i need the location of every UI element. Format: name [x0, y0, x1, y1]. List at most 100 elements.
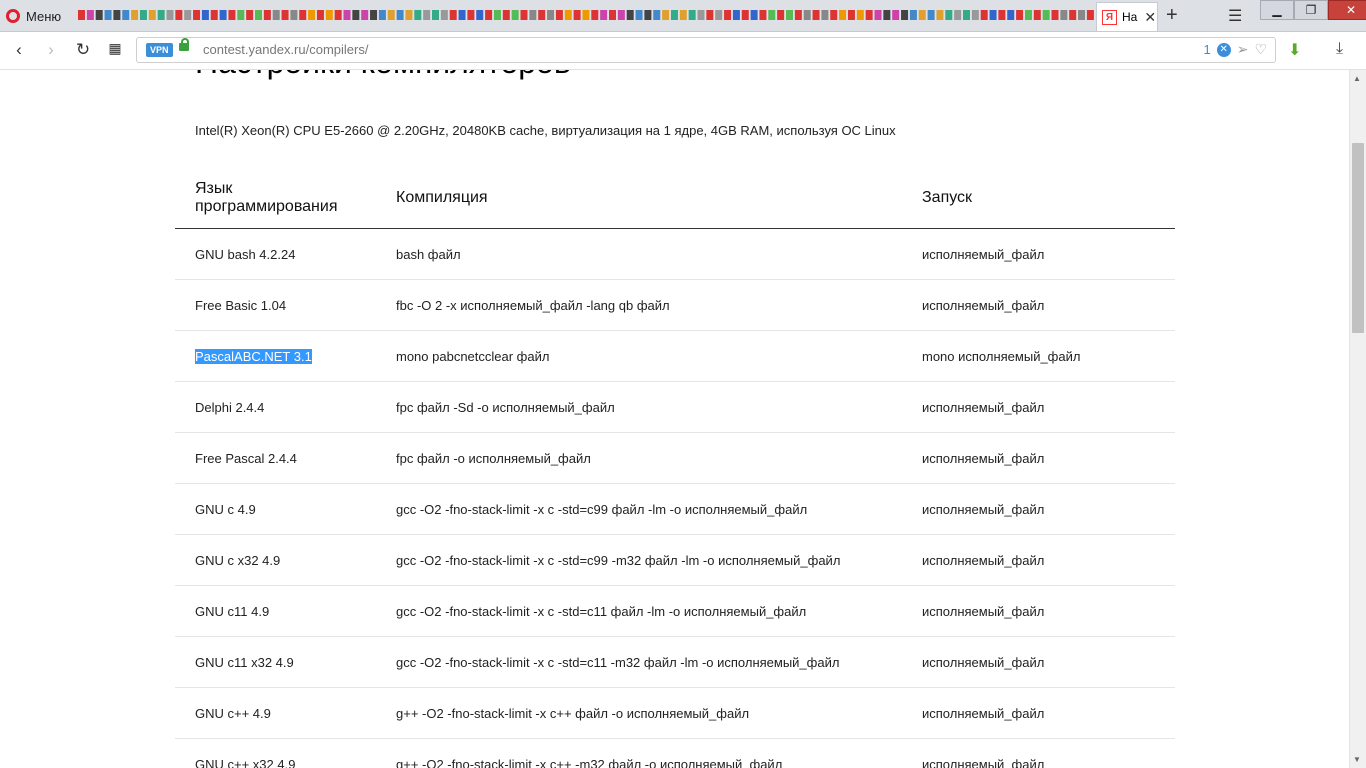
pinned-tab-favicon[interactable]: [1078, 10, 1086, 20]
pinned-tab-favicon[interactable]: [1051, 10, 1059, 20]
pinned-tab-favicon[interactable]: [909, 10, 917, 20]
pinned-tab-favicon[interactable]: [945, 10, 953, 20]
pinned-tab-favicon[interactable]: [193, 10, 201, 20]
pinned-tab-favicon[interactable]: [352, 10, 360, 20]
pinned-tab-favicon[interactable]: [980, 10, 988, 20]
download-extension-icon[interactable]: ⬇: [1288, 40, 1301, 60]
pinned-tab-favicon[interactable]: [113, 10, 121, 20]
reload-icon[interactable]: ↻: [72, 40, 94, 60]
pinned-tab-favicon[interactable]: [901, 10, 909, 20]
pinned-tab-favicon[interactable]: [830, 10, 838, 20]
pinned-tab-favicon[interactable]: [476, 10, 484, 20]
pinned-tab-favicon[interactable]: [449, 10, 457, 20]
pinned-tab-favicon[interactable]: [1042, 10, 1050, 20]
speed-dial-grid-icon[interactable]: ▦: [104, 40, 126, 57]
downloads-icon[interactable]: ⤓: [1336, 40, 1343, 58]
back-arrow-icon[interactable]: ‹: [8, 40, 30, 60]
maximize-button[interactable]: ❐: [1294, 0, 1328, 20]
pinned-tab-favicon[interactable]: [1069, 10, 1077, 20]
pinned-tab-favicon[interactable]: [971, 10, 979, 20]
pinned-tab-favicon[interactable]: [803, 10, 811, 20]
pinned-tab-favicon[interactable]: [405, 10, 413, 20]
address-bar[interactable]: VPN contest.yandex.ru/compilers/ 1 ✕ ➢ ♡: [136, 37, 1276, 63]
pinned-tab-favicon[interactable]: [1033, 10, 1041, 20]
pinned-tab-favicon[interactable]: [316, 10, 324, 20]
pinned-tab-favicon[interactable]: [387, 10, 395, 20]
pinned-tab-favicon[interactable]: [139, 10, 147, 20]
pinned-tab-favicon[interactable]: [679, 10, 687, 20]
pinned-tab-favicon[interactable]: [440, 10, 448, 20]
pinned-tab-favicon[interactable]: [378, 10, 386, 20]
pinned-tab-favicon[interactable]: [334, 10, 342, 20]
pinned-tab-favicon[interactable]: [1016, 10, 1024, 20]
pinned-tab-favicon[interactable]: [626, 10, 634, 20]
pinned-tab-favicon[interactable]: [547, 10, 555, 20]
active-tab[interactable]: Я На ✕: [1096, 2, 1158, 31]
pinned-tab-favicon[interactable]: [555, 10, 563, 20]
pinned-tab-favicon[interactable]: [635, 10, 643, 20]
pinned-tab-favicon[interactable]: [308, 10, 316, 20]
pinned-tab-favicon[interactable]: [732, 10, 740, 20]
tab-menu-icon[interactable]: ☰: [1228, 6, 1242, 26]
vertical-scrollbar[interactable]: ▲ ▼: [1349, 70, 1366, 768]
pinned-tab-favicon[interactable]: [918, 10, 926, 20]
pinned-tab-favicon[interactable]: [644, 10, 652, 20]
pinned-tab-favicon[interactable]: [157, 10, 165, 20]
pinned-tab-favicon[interactable]: [432, 10, 439, 20]
pinned-tab-favicon[interactable]: [741, 10, 749, 20]
pinned-tab-favicon[interactable]: [847, 10, 855, 20]
pinned-tab-favicon[interactable]: [564, 10, 572, 20]
pinned-tab-favicon[interactable]: [122, 10, 130, 20]
pinned-tab-favicon[interactable]: [786, 10, 793, 20]
pinned-tab-favicon[interactable]: [963, 10, 970, 20]
pinned-tab-favicon[interactable]: [467, 10, 475, 20]
pinned-tab-favicon[interactable]: [653, 10, 661, 20]
pinned-tab-favicon[interactable]: [892, 10, 900, 20]
tab-close-icon[interactable]: ✕: [1144, 9, 1156, 26]
pinned-tab-favicon[interactable]: [715, 10, 723, 20]
pinned-tab-favicon[interactable]: [281, 10, 289, 20]
pinned-tab-favicon[interactable]: [724, 10, 732, 20]
pinned-tab-favicon[interactable]: [856, 10, 864, 20]
pinned-tab-favicon[interactable]: [750, 10, 758, 20]
adblock-icon[interactable]: ✕: [1216, 42, 1231, 57]
vpn-badge[interactable]: VPN: [146, 43, 173, 57]
pinned-tab-favicon[interactable]: [927, 10, 935, 20]
minimize-button[interactable]: ▁: [1260, 0, 1294, 20]
pinned-tab-favicon[interactable]: [299, 10, 307, 20]
scroll-up-arrow-icon[interactable]: ▲: [1353, 74, 1361, 83]
pinned-tab-favicon[interactable]: [228, 10, 236, 20]
lock-icon[interactable]: [179, 38, 189, 51]
pinned-tab-favicon[interactable]: [989, 10, 997, 20]
pinned-tab-favicon[interactable]: [609, 10, 616, 20]
pinned-tab-favicon[interactable]: [874, 10, 882, 20]
pinned-tab-favicon[interactable]: [670, 10, 678, 20]
pinned-tab-favicon[interactable]: [166, 10, 174, 20]
pinned-tab-favicon[interactable]: [998, 10, 1006, 20]
pinned-tab-favicon[interactable]: [201, 10, 209, 20]
pinned-tab-favicon[interactable]: [343, 10, 351, 20]
pinned-tab-favicon[interactable]: [210, 10, 218, 20]
pinned-tab-favicon[interactable]: [237, 10, 245, 20]
pinned-tab-favicon[interactable]: [812, 10, 820, 20]
pinned-tab-favicon[interactable]: [573, 10, 581, 20]
pinned-tab-favicon[interactable]: [148, 10, 156, 20]
pinned-tab-favicon[interactable]: [184, 10, 192, 20]
pinned-tab-favicon[interactable]: [662, 10, 670, 20]
scroll-down-arrow-icon[interactable]: ▼: [1353, 755, 1361, 764]
pinned-tab-favicon[interactable]: [370, 10, 378, 20]
pinned-tab-favicon[interactable]: [272, 10, 280, 20]
pinned-tab-favicon[interactable]: [768, 10, 776, 20]
pinned-tab-favicon[interactable]: [706, 10, 714, 20]
pinned-tab-favicon[interactable]: [600, 10, 608, 20]
pinned-tab-favicon[interactable]: [821, 10, 829, 20]
pinned-tab-favicon[interactable]: [493, 10, 501, 20]
pinned-tabs-strip[interactable]: [78, 7, 1096, 23]
pinned-tab-favicon[interactable]: [794, 10, 802, 20]
pinned-tab-favicon[interactable]: [423, 10, 431, 20]
pinned-tab-favicon[interactable]: [839, 10, 847, 20]
pinned-tab-favicon[interactable]: [591, 10, 599, 20]
opera-menu-button[interactable]: Меню: [6, 5, 61, 27]
share-icon[interactable]: ➢: [1237, 41, 1249, 58]
pinned-tab-favicon[interactable]: [1024, 10, 1032, 20]
